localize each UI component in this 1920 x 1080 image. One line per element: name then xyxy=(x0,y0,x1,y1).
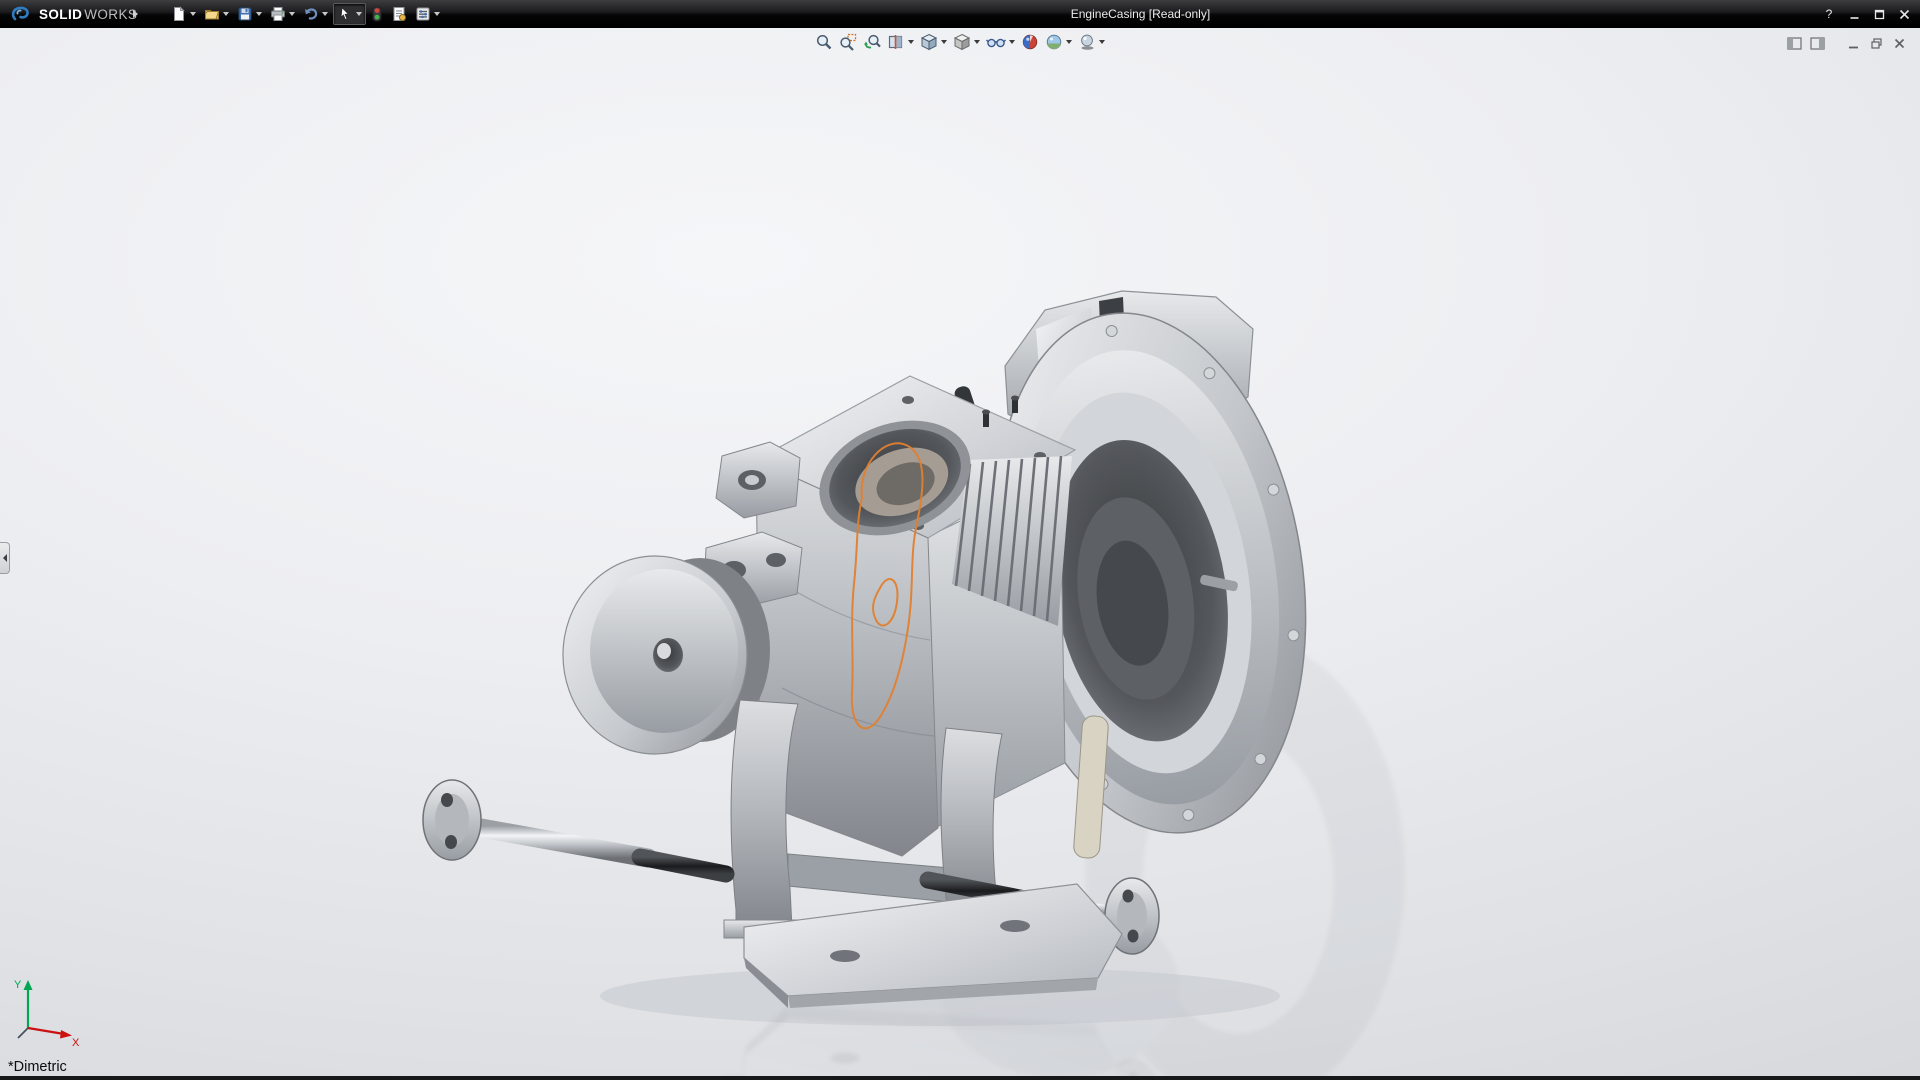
pane-right-icon xyxy=(1809,36,1825,50)
x-axis-arrow xyxy=(60,1030,72,1039)
new-document-icon xyxy=(174,6,185,21)
logo-text-bold: SOLID xyxy=(39,6,83,22)
dropdown-arrow-icon[interactable] xyxy=(256,12,262,16)
document-minimize-button[interactable] xyxy=(1844,35,1862,51)
view-settings-icon xyxy=(1081,34,1094,50)
pane-left-button[interactable] xyxy=(1785,35,1803,51)
close-button[interactable] xyxy=(1896,6,1912,22)
zoom-to-area-icon xyxy=(840,33,857,51)
x-axis-label: X xyxy=(72,1037,80,1048)
undo-button[interactable] xyxy=(300,3,331,25)
print-icon xyxy=(271,7,285,21)
dropdown-arrow-icon[interactable] xyxy=(223,12,229,16)
previous-view-icon xyxy=(864,34,881,49)
close-icon xyxy=(1899,9,1909,19)
solidworks-window: SOLID WORKS EngineCasing [Read-only] ? Y… xyxy=(0,0,1920,1080)
edit-appearance-ball-icon xyxy=(1022,34,1038,50)
edit-appearance-button[interactable] xyxy=(1019,31,1041,53)
apply-scene-button[interactable] xyxy=(1043,31,1074,53)
dropdown-arrow-icon[interactable] xyxy=(434,12,440,16)
document-restore-button[interactable] xyxy=(1867,35,1885,51)
document-minimize-icon xyxy=(1848,46,1858,48)
section-view-button[interactable] xyxy=(885,31,916,53)
reference-triad: Y X xyxy=(14,979,80,1048)
open-document-button[interactable] xyxy=(201,3,232,25)
minimize-button[interactable] xyxy=(1846,6,1862,22)
heads-up-view-toolbar xyxy=(813,31,1107,53)
logo-text-light: WORKS xyxy=(84,6,138,22)
y-axis-label: Y xyxy=(14,979,22,991)
section-view-icon xyxy=(888,35,903,49)
view-settings-button[interactable] xyxy=(1076,31,1107,53)
taskpane-collapsed-tab[interactable] xyxy=(0,542,10,574)
dropdown-arrow-icon[interactable] xyxy=(1066,40,1072,44)
rebuild-icon xyxy=(372,6,382,22)
dropdown-arrow-icon[interactable] xyxy=(941,40,947,44)
help-button[interactable]: ? xyxy=(1821,6,1837,22)
display-style-button[interactable] xyxy=(951,31,982,53)
open-document-icon xyxy=(205,10,220,20)
document-restore-icon xyxy=(1870,37,1882,49)
engine-casing-model[interactable] xyxy=(0,28,1920,1076)
left-support-shaft[interactable] xyxy=(422,779,735,883)
pane-right-button[interactable] xyxy=(1808,35,1826,51)
hide-show-items-button[interactable] xyxy=(984,31,1017,53)
options-button[interactable] xyxy=(412,3,443,25)
solidworks-logo: SOLID WORKS xyxy=(10,0,137,28)
maximize-icon xyxy=(1874,9,1884,19)
zoom-to-area-button[interactable] xyxy=(837,31,859,53)
document-window-controls xyxy=(1785,35,1908,51)
file-properties-icon xyxy=(393,7,406,21)
view-orientation-button[interactable] xyxy=(918,31,949,53)
dropdown-arrow-icon[interactable] xyxy=(322,12,328,16)
document-close-icon xyxy=(1894,38,1904,48)
hide-show-glasses-icon xyxy=(986,38,1006,48)
document-close-button[interactable] xyxy=(1890,35,1908,51)
apply-scene-icon xyxy=(1046,34,1062,50)
previous-view-button[interactable] xyxy=(861,31,883,53)
titlebar: SOLID WORKS EngineCasing [Read-only] ? xyxy=(0,0,1920,28)
view-orientation-label: *Dimetric xyxy=(8,1059,67,1075)
window-title: EngineCasing [Read-only] xyxy=(1070,7,1211,21)
zoom-to-fit-button[interactable] xyxy=(813,31,835,53)
file-properties-button[interactable] xyxy=(388,3,410,25)
select-cursor-icon xyxy=(340,6,350,21)
dropdown-arrow-icon[interactable] xyxy=(908,40,914,44)
zoom-to-fit-icon xyxy=(816,34,832,50)
dropdown-arrow-icon[interactable] xyxy=(1099,40,1105,44)
display-style-icon xyxy=(953,33,971,51)
dropdown-arrow-icon[interactable] xyxy=(356,12,362,16)
y-axis-arrow xyxy=(23,980,33,990)
menu-expand-arrow-icon[interactable] xyxy=(133,10,138,18)
base-plate[interactable] xyxy=(743,883,1123,1008)
dropdown-arrow-icon[interactable] xyxy=(1009,40,1015,44)
save-icon xyxy=(238,7,252,21)
main-toolbar xyxy=(168,2,443,26)
new-document-button[interactable] xyxy=(168,3,199,25)
dropdown-arrow-icon[interactable] xyxy=(974,40,980,44)
options-gear-icon xyxy=(416,7,430,21)
collapse-arrow-icon xyxy=(2,554,7,562)
print-button[interactable] xyxy=(267,3,298,25)
dropdown-arrow-icon[interactable] xyxy=(190,12,196,16)
dassault-3ds-icon xyxy=(11,6,29,21)
window-controls: ? xyxy=(1821,0,1912,28)
undo-icon xyxy=(305,8,318,20)
minimize-icon xyxy=(1850,16,1858,19)
maximize-button[interactable] xyxy=(1871,6,1887,22)
graphics-viewport[interactable]: Y X *Dimetric xyxy=(0,28,1920,1076)
dropdown-arrow-icon[interactable] xyxy=(289,12,295,16)
view-orientation-cube-icon xyxy=(920,33,938,51)
pane-left-icon xyxy=(1786,36,1802,50)
rebuild-button[interactable] xyxy=(368,3,386,25)
save-button[interactable] xyxy=(234,3,265,25)
select-button[interactable] xyxy=(333,3,366,25)
window-bottom-edge xyxy=(0,1076,1920,1080)
